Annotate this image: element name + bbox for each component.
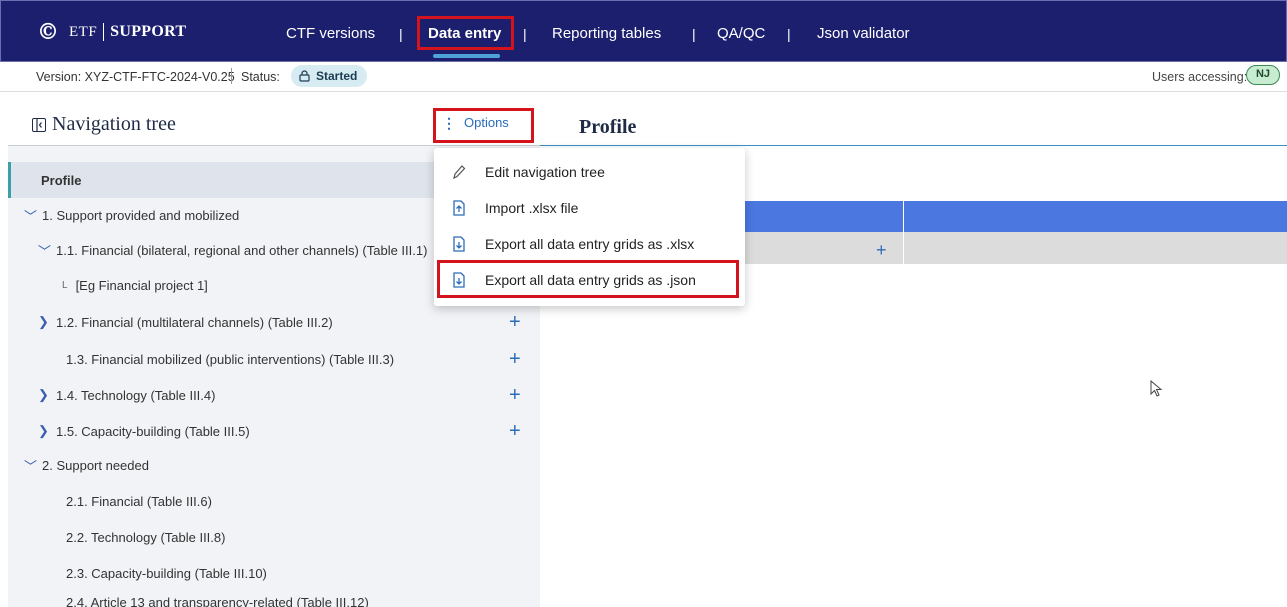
add-item-icon[interactable]: + <box>509 349 521 369</box>
nav-separator: | <box>692 26 696 42</box>
file-import-icon <box>452 200 466 216</box>
nav-separator: | <box>787 26 791 42</box>
menu-item-label: Export all data entry grids as .xlsx <box>485 236 695 252</box>
page-title: Profile <box>579 116 637 138</box>
tree-item-label: [Eg Financial project 1] <box>75 277 208 293</box>
tree-collapse-icon[interactable] <box>32 117 46 132</box>
users-accessing-label: Users accessing: <box>1152 70 1248 84</box>
tree-item-label: 1.5. Capacity-building (Table III.5) <box>56 423 250 439</box>
app-logo[interactable]: © ETF SUPPORT <box>37 21 186 43</box>
nav-reporting-tables[interactable]: Reporting tables <box>552 25 661 42</box>
chevron-down-icon[interactable]: ﹀ <box>24 206 38 225</box>
status-value: Started <box>316 69 358 83</box>
menu-item-export-xlsx[interactable]: Export all data entry grids as .xlsx <box>434 226 745 262</box>
nav-separator: | <box>523 26 527 42</box>
chevron-right-icon[interactable]: ❯ <box>38 423 52 439</box>
logo-etf-text: ETF <box>69 23 98 40</box>
nav-ctf-versions[interactable]: CTF versions <box>286 25 375 42</box>
tree-item-article-13[interactable]: 2.4. Article 13 and transparency-related… <box>66 589 369 607</box>
logo-divider <box>103 23 105 41</box>
top-navbar: © ETF SUPPORT CTF versions | Data entry … <box>0 0 1287 62</box>
tree-item-financial-mobilized[interactable]: 1.3. Financial mobilized (public interve… <box>66 341 540 377</box>
tree-item-needed-financial[interactable]: 2.1. Financial (Table III.6) <box>66 483 212 519</box>
nav-qa-qc[interactable]: QA/QC <box>717 25 765 42</box>
tree-item-financial-bilateral[interactable]: ﹀ 1.1. Financial (bilateral, regional an… <box>38 232 458 268</box>
unfccc-logo-icon: © <box>37 19 59 45</box>
add-item-icon[interactable]: + <box>509 385 521 405</box>
navigation-tree-label: Navigation tree <box>52 113 176 135</box>
chevron-right-icon[interactable]: ❯ <box>38 314 52 330</box>
tree-item-support-provided[interactable]: ﹀ 1. Support provided and mobilized <box>24 197 239 233</box>
tree-item-support-needed[interactable]: ﹀ 2. Support needed <box>24 447 149 483</box>
status-label: Status: <box>241 70 280 84</box>
nav-data-entry[interactable]: Data entry <box>428 25 501 42</box>
tree-item-capacity-building[interactable]: ❯ 1.5. Capacity-building (Table III.5) + <box>38 413 540 449</box>
tree-item-label: 1.1. Financial (bilateral, regional and … <box>56 242 428 258</box>
options-dropdown-menu: Edit navigation tree Import .xlsx file E… <box>434 148 745 306</box>
navigation-tree-header: Navigation tree ⋮ Options <box>8 93 540 145</box>
lock-icon <box>299 70 310 82</box>
tree-item-financial-multilateral[interactable]: ❯ 1.2. Financial (multilateral channels)… <box>24 304 540 340</box>
tree-item-technology[interactable]: ❯ 1.4. Technology (Table III.4) + <box>38 377 540 413</box>
tree-item-label: 2.2. Technology (Table III.8) <box>66 529 226 545</box>
mouse-cursor-icon <box>1150 379 1164 398</box>
tree-item-label: 1.4. Technology (Table III.4) <box>56 387 216 403</box>
tree-item-label: 2. Support needed <box>42 457 149 473</box>
kebab-menu-icon: ⋮ <box>442 114 456 131</box>
logo-support-text: SUPPORT <box>110 23 187 40</box>
subbar-divider <box>231 68 232 84</box>
pencil-icon <box>452 164 466 180</box>
options-label: Options <box>464 115 509 130</box>
version-status-bar: Version: XYZ-CTF-FTC-2024-V0.25 Status: … <box>0 62 1287 92</box>
tree-item-needed-technology[interactable]: 2.2. Technology (Table III.8) <box>66 519 225 555</box>
nav-json-validator[interactable]: Json validator <box>817 25 910 42</box>
grid-column-divider <box>903 201 904 264</box>
title-divider <box>540 145 1287 146</box>
panel-header-divider <box>8 145 540 146</box>
tree-item-label: Profile <box>41 172 82 188</box>
navigation-tree-title: Navigation tree <box>32 113 176 136</box>
add-item-icon[interactable]: + <box>509 312 521 332</box>
menu-item-label: Export all data entry grids as .json <box>485 272 696 288</box>
tree-item-needed-capacity[interactable]: 2.3. Capacity-building (Table III.10) <box>66 555 267 591</box>
tree-item-label: 2.3. Capacity-building (Table III.10) <box>66 565 267 581</box>
chevron-down-icon[interactable]: ﹀ <box>24 456 38 475</box>
tree-item-label: 1. Support provided and mobilized <box>42 207 240 223</box>
tree-item-label: 1.2. Financial (multilateral channels) (… <box>56 314 333 330</box>
menu-item-label: Import .xlsx file <box>485 200 579 216</box>
file-export-icon <box>452 272 466 288</box>
add-item-icon[interactable]: + <box>509 421 521 441</box>
nav-separator: | <box>399 26 403 42</box>
active-tab-indicator <box>433 54 500 58</box>
tree-item-label: 2.4. Article 13 and transparency-related… <box>66 595 369 607</box>
file-export-icon <box>452 236 466 252</box>
menu-item-label: Edit navigation tree <box>485 164 605 180</box>
leaf-marker: L <box>62 279 68 291</box>
chevron-right-icon[interactable]: ❯ <box>38 387 52 403</box>
chevron-down-icon[interactable]: ﹀ <box>38 241 52 260</box>
user-avatar[interactable]: NJ <box>1246 65 1280 85</box>
menu-item-import-xlsx[interactable]: Import .xlsx file <box>434 190 745 226</box>
menu-item-edit-navigation-tree[interactable]: Edit navigation tree <box>434 154 745 190</box>
tree-item-label: 1.3. Financial mobilized (public interve… <box>66 351 395 367</box>
tree-item-financial-project[interactable]: L [Eg Financial project 1] <box>62 267 208 303</box>
tree-item-label: 2.1. Financial (Table III.6) <box>66 493 212 509</box>
version-label: Version: XYZ-CTF-FTC-2024-V0.25 <box>36 70 235 84</box>
menu-item-export-json[interactable]: Export all data entry grids as .json <box>434 262 745 298</box>
add-row-icon[interactable]: + <box>876 240 887 261</box>
status-badge: Started <box>291 65 368 87</box>
options-button[interactable]: ⋮ Options <box>442 115 509 130</box>
